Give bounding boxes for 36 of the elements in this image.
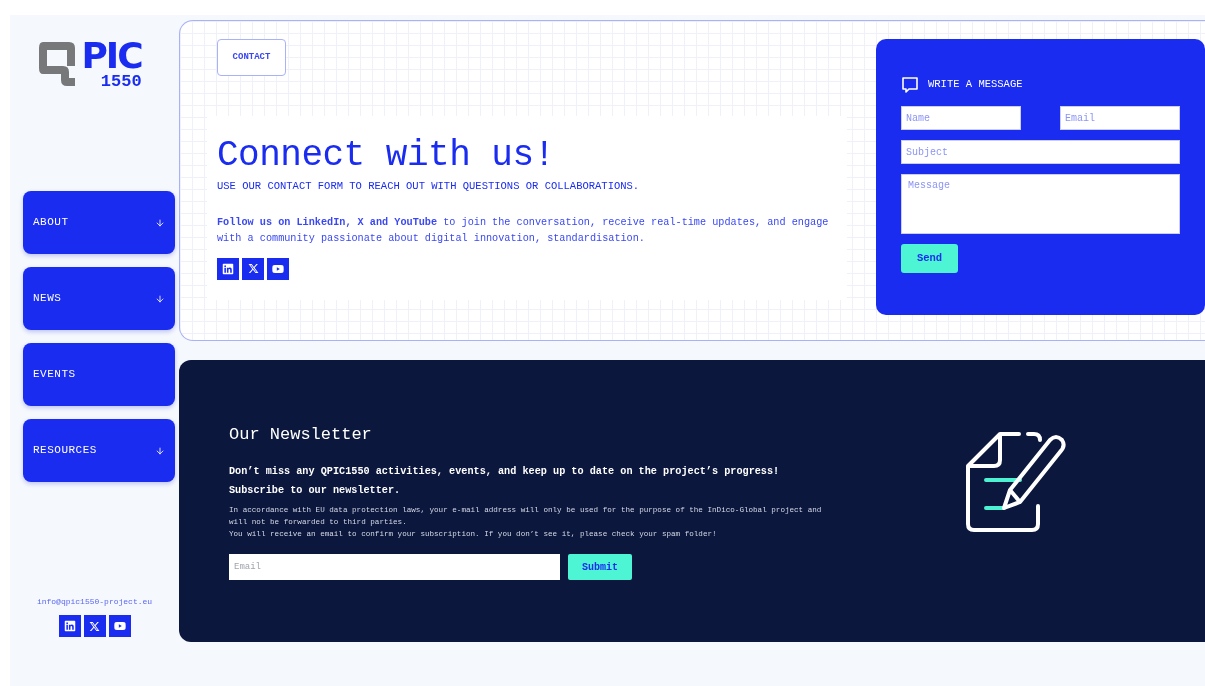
- newsletter-lead: Don’t miss any QPIC1550 activities, events, and keep up to date on the project’s progress!: [229, 465, 781, 480]
- speech-bubble-icon: [901, 76, 919, 94]
- nav-item[interactable]: NEWS: [23, 267, 175, 330]
- social-link[interactable]: [58, 615, 81, 637]
- logo-letters: PIC: [81, 39, 142, 73]
- social-link[interactable]: [108, 615, 131, 637]
- linkedin-icon: [222, 262, 234, 275]
- message-field[interactable]: Message: [901, 174, 1180, 234]
- youtube-icon: [272, 262, 284, 275]
- linkedin-icon: [63, 620, 76, 632]
- x-logo-icon: [247, 263, 259, 275]
- social-link[interactable]: [83, 615, 106, 637]
- x-logo-icon: [89, 620, 100, 632]
- youtube-icon: [113, 620, 126, 632]
- nav-item[interactable]: EVENTS: [23, 343, 175, 406]
- social-link[interactable]: [217, 257, 239, 280]
- nav-item[interactable]: RESOURCES: [23, 419, 175, 482]
- newsletter-heading: Our Newsletter: [229, 423, 373, 446]
- page-heading: Connect with us!: [217, 134, 556, 176]
- newsletter-email-field[interactable]: Email: [229, 554, 560, 581]
- follow-text: Follow us on LinkedIn, X and YouTube to join the conversation, receive real-time updates, and engage with a community passionate about digital innovation, standardisation.: [217, 215, 830, 246]
- subtitle: USE OUR CONTACT FORM TO REACH OUT WITH QUESTIONS OR COLLABORATIONS.: [217, 179, 641, 194]
- email-link[interactable]: info@qpic1550-project.eu: [36, 596, 153, 608]
- name-field[interactable]: Name: [901, 106, 1021, 130]
- newsletter-cta: Subscribe to our newsletter.: [229, 483, 402, 498]
- send-button[interactable]: Send: [901, 244, 958, 273]
- logo[interactable]: PIC 1550: [37, 28, 142, 90]
- form-title: WRITE A MESSAGE: [928, 77, 1023, 93]
- social-link[interactable]: [242, 257, 264, 280]
- subject-field[interactable]: Subject: [901, 140, 1180, 164]
- social-link[interactable]: [267, 257, 289, 280]
- section-tag: CONTACT: [217, 39, 286, 76]
- email-field[interactable]: Email: [1060, 106, 1180, 130]
- submit-button[interactable]: Submit: [568, 554, 632, 581]
- nav-item[interactable]: ABOUT: [23, 191, 175, 254]
- logo-number: 1550: [100, 73, 142, 90]
